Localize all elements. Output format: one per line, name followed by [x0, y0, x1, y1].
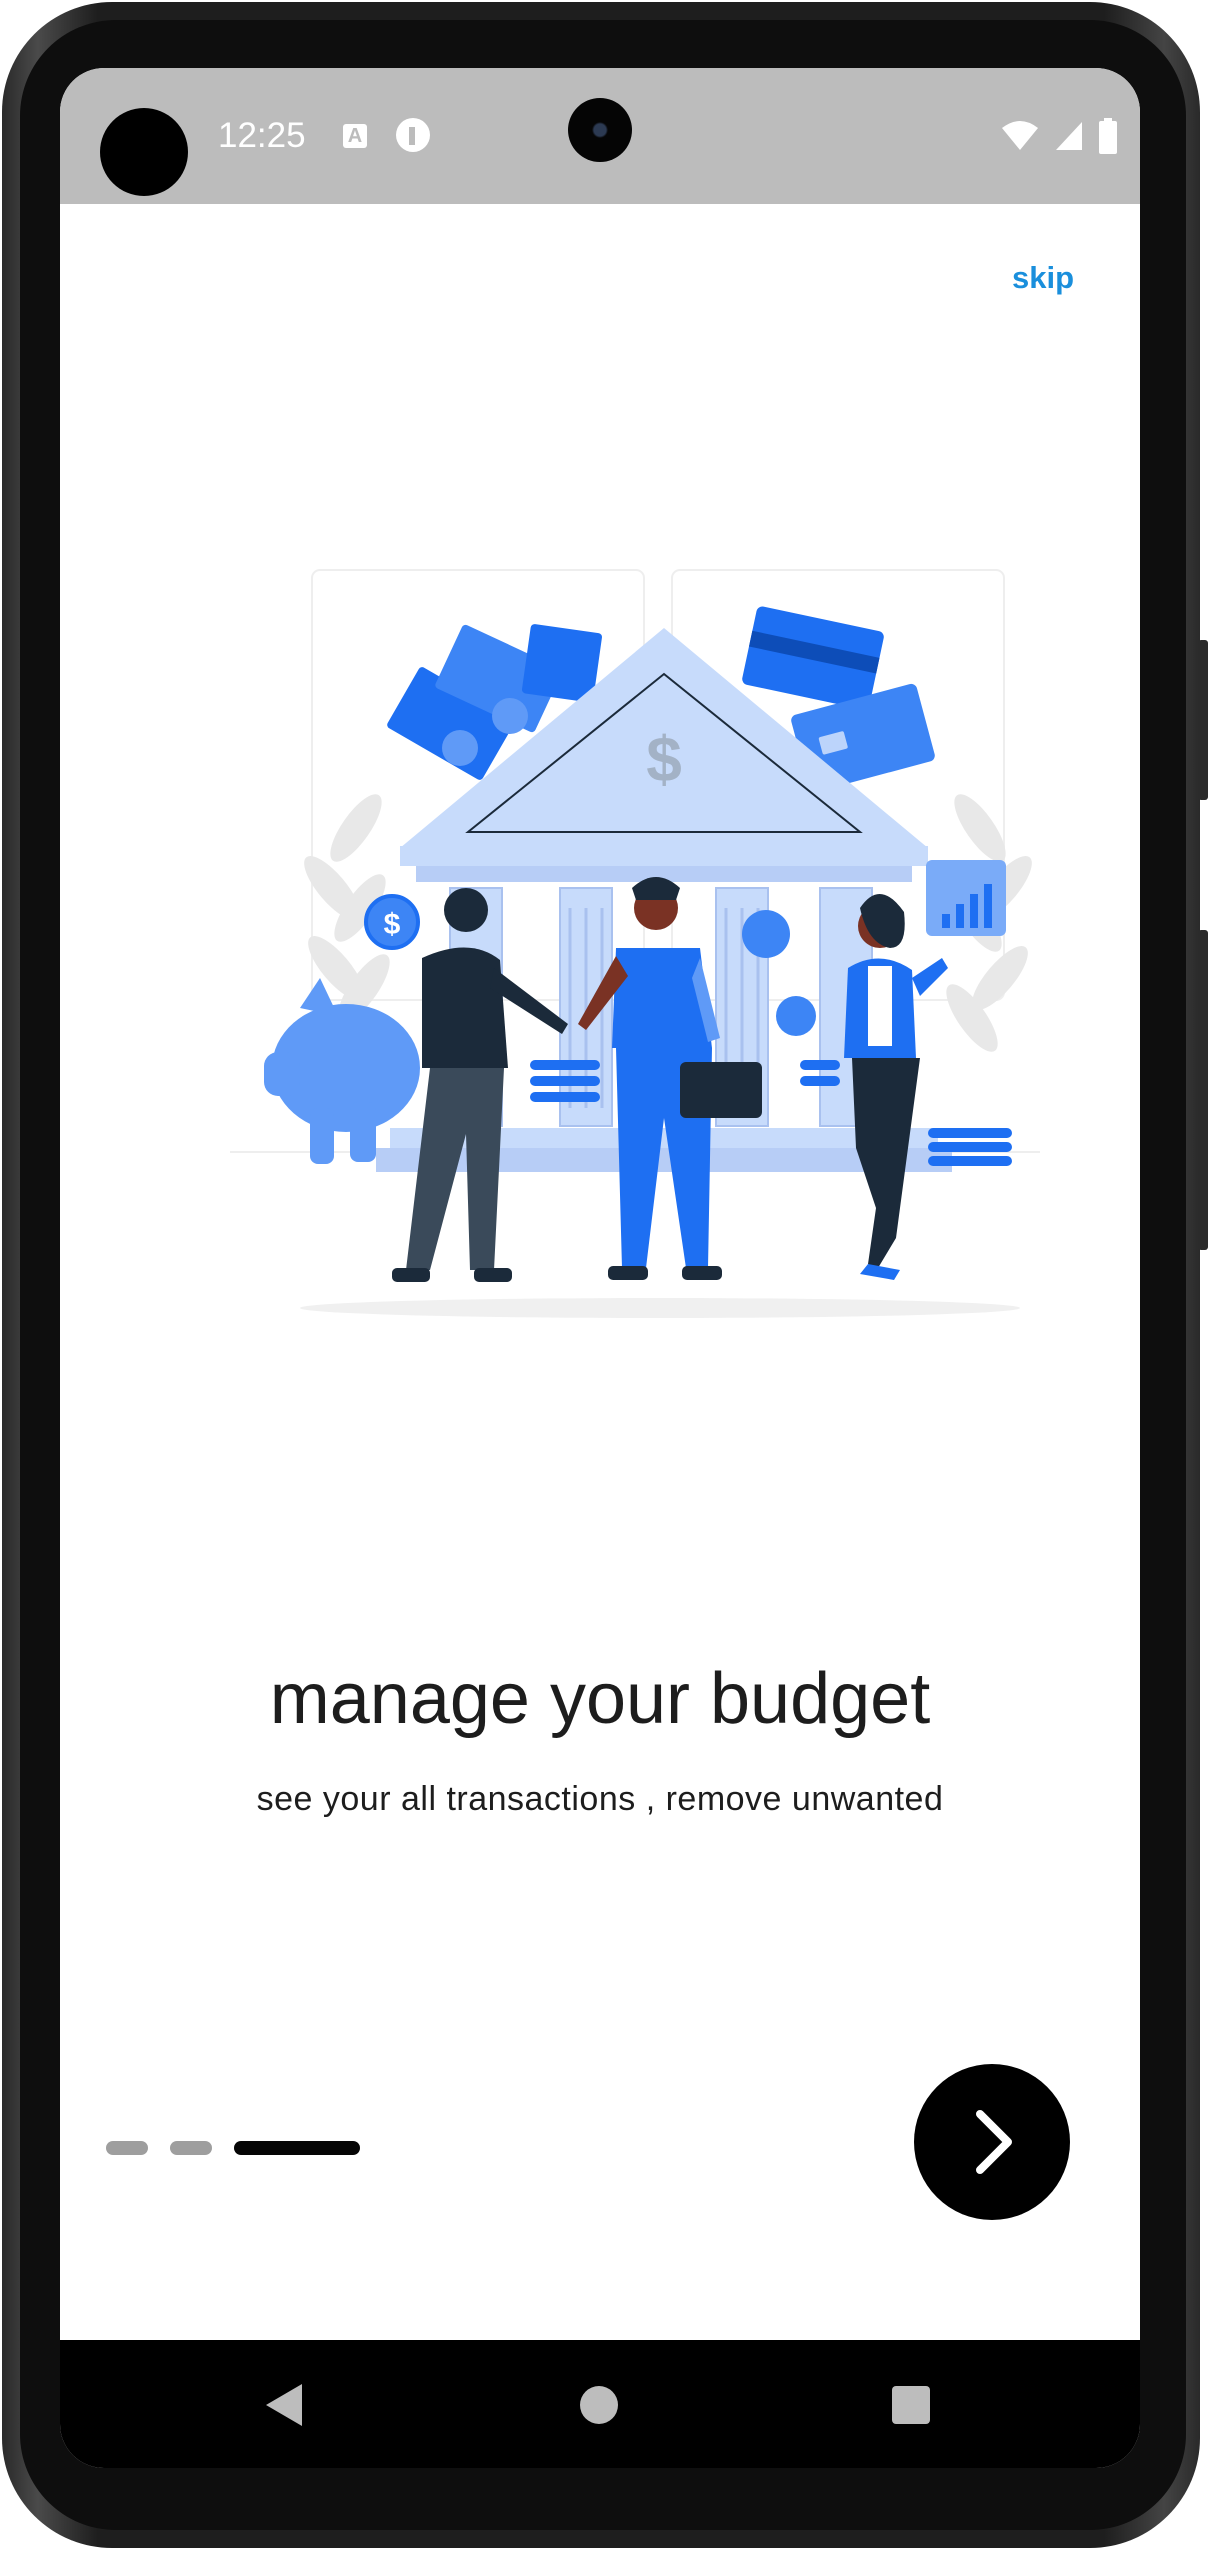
navigation-bar — [60, 2340, 1140, 2468]
svg-text:$: $ — [646, 723, 682, 795]
status-time: 12:25 — [218, 116, 306, 155]
status-bar: 12:25 A — [60, 68, 1140, 204]
onboarding-subtitle: see your all transactions , remove unwan… — [256, 1780, 944, 1818]
power-button — [1198, 930, 1208, 1250]
wifi-icon — [1002, 121, 1038, 150]
camera-icon — [568, 98, 632, 162]
battery-icon — [1099, 118, 1117, 154]
cell-signal-icon — [1056, 122, 1082, 150]
next-button[interactable] — [914, 2064, 1070, 2220]
skip-button[interactable]: skip — [1012, 260, 1074, 296]
screen: 12:25 A skip $ $ manage your budget see … — [60, 68, 1140, 2468]
status-icons — [1000, 116, 1118, 156]
device: 12:25 A skip $ $ manage your budget see … — [0, 0, 1209, 2553]
page-indicator-dot-active — [234, 2141, 360, 2155]
page-indicator — [106, 2140, 360, 2156]
back-triangle-icon[interactable] — [266, 2384, 302, 2426]
notification-app-icon — [396, 118, 430, 152]
home-circle-icon[interactable] — [580, 2386, 618, 2424]
onboarding-title: manage your budget — [269, 1659, 931, 1739]
page-indicator-dot — [106, 2141, 148, 2155]
bank-illustration: $ $ — [230, 569, 1040, 1318]
recents-square-icon[interactable] — [892, 2386, 930, 2424]
svg-text:$: $ — [384, 908, 401, 941]
volume-button — [1198, 640, 1208, 800]
chevron-right-icon — [976, 2110, 1012, 2174]
page-indicator-dot — [170, 2141, 212, 2155]
notification-a-icon: A — [343, 124, 367, 148]
punch-hole-cutout — [100, 108, 188, 196]
